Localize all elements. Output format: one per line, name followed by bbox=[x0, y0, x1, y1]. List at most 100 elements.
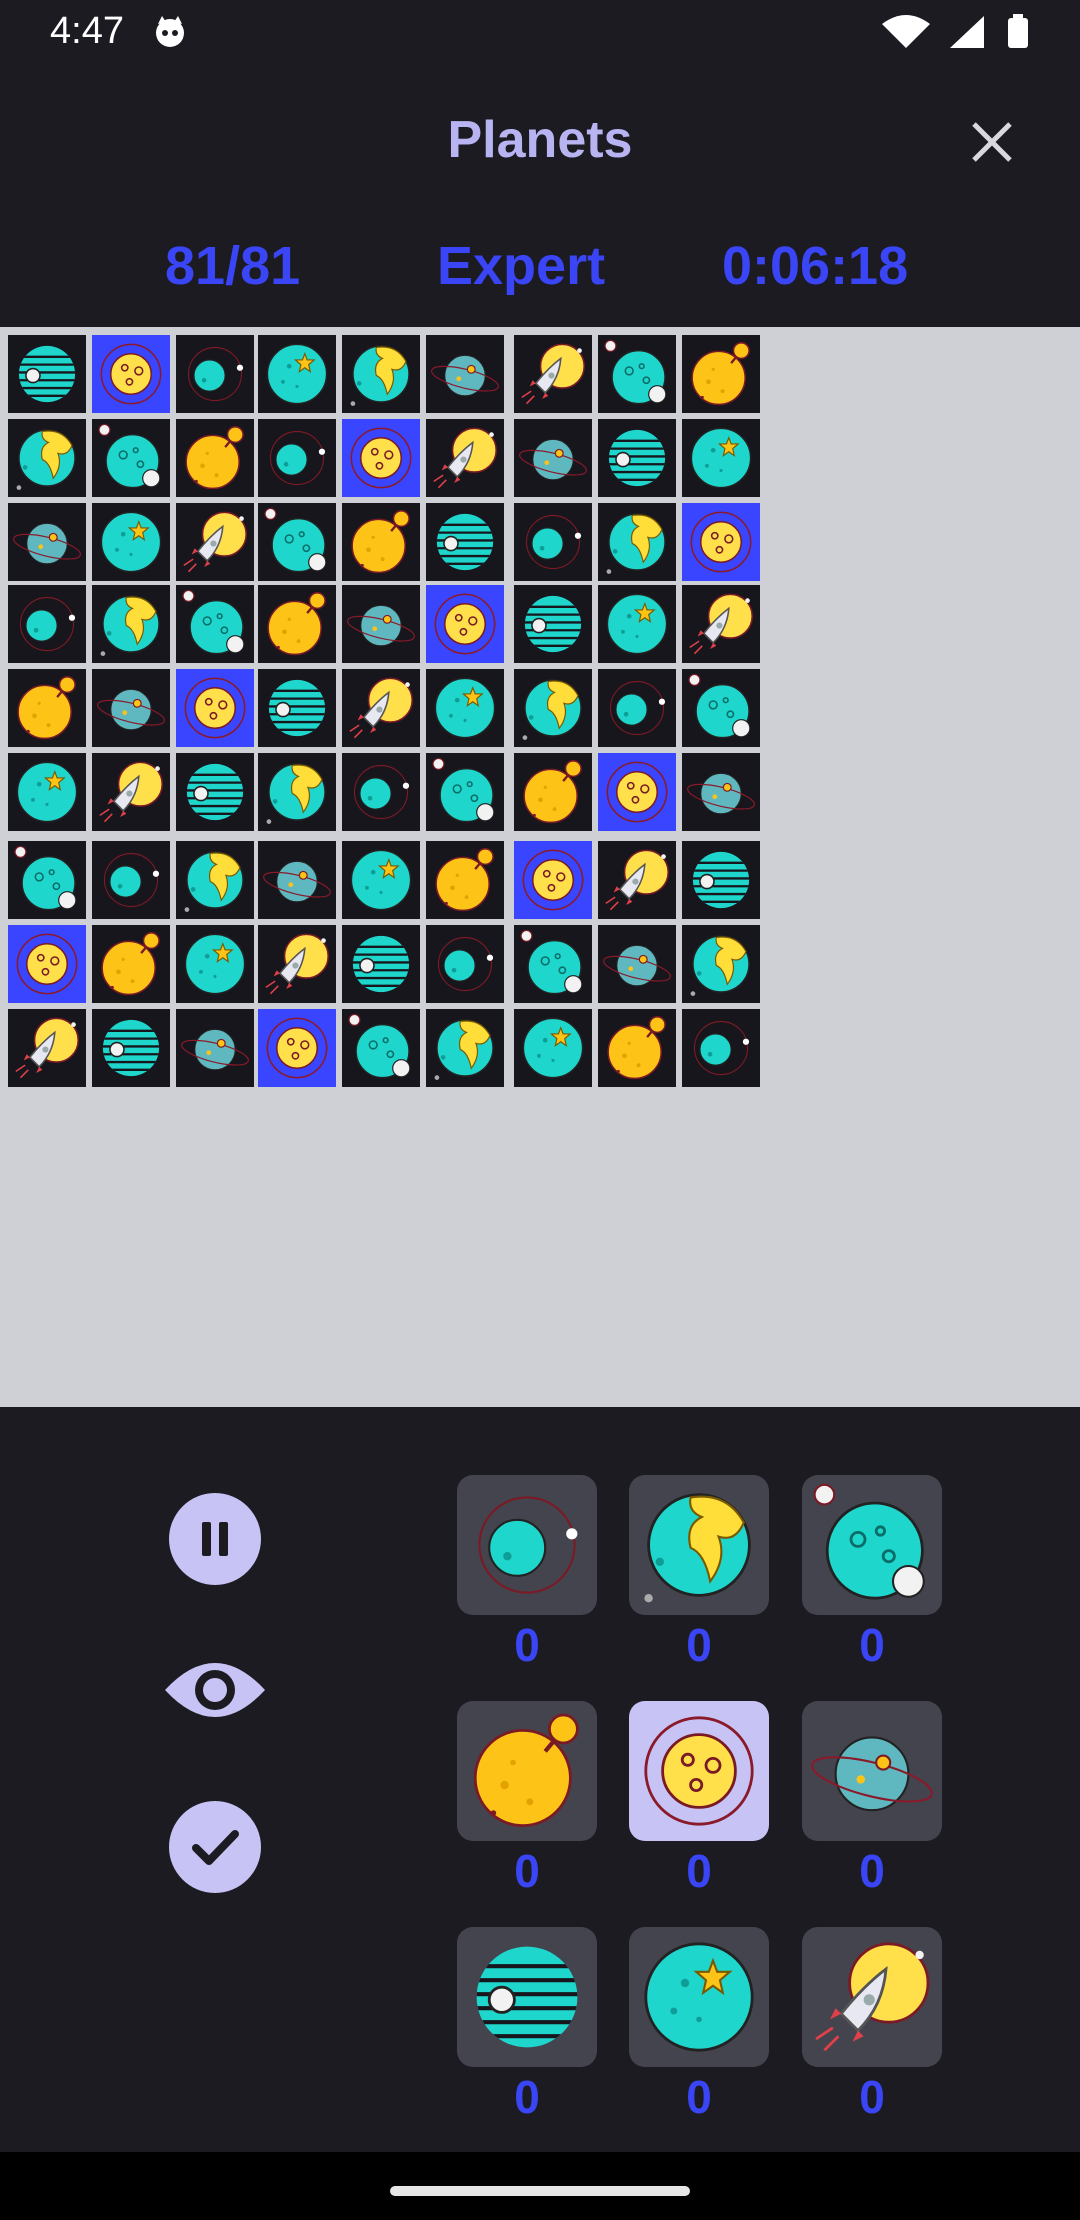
board-cell[interactable] bbox=[514, 1009, 592, 1087]
home-handle[interactable] bbox=[390, 2186, 690, 2196]
signal-icon bbox=[950, 16, 984, 48]
board-cell[interactable] bbox=[92, 585, 170, 663]
board-cell[interactable] bbox=[342, 419, 420, 497]
palette-piece-crater[interactable] bbox=[802, 1475, 942, 1615]
board-cell[interactable] bbox=[342, 335, 420, 413]
board-cell[interactable] bbox=[92, 335, 170, 413]
board-cell[interactable] bbox=[176, 503, 254, 581]
board-cell[interactable] bbox=[176, 585, 254, 663]
board-cell[interactable] bbox=[258, 841, 336, 919]
close-icon[interactable] bbox=[960, 110, 1024, 174]
board-cell[interactable] bbox=[514, 335, 592, 413]
board-cell[interactable] bbox=[598, 419, 676, 497]
earth-planet-icon bbox=[350, 345, 410, 406]
board-cell[interactable] bbox=[682, 335, 760, 413]
board-cell[interactable] bbox=[598, 753, 676, 831]
board-cell[interactable] bbox=[426, 419, 504, 497]
board-cell[interactable] bbox=[8, 925, 86, 1003]
pause-button[interactable] bbox=[169, 1493, 261, 1585]
board-cell[interactable] bbox=[426, 585, 504, 663]
board-cell[interactable] bbox=[92, 753, 170, 831]
board-cell[interactable] bbox=[92, 841, 170, 919]
board-cell[interactable] bbox=[258, 585, 336, 663]
reveal-button[interactable] bbox=[163, 1652, 267, 1728]
board-cell[interactable] bbox=[258, 669, 336, 747]
board-cell[interactable] bbox=[514, 841, 592, 919]
board-cell[interactable] bbox=[598, 841, 676, 919]
board-cell[interactable] bbox=[92, 419, 170, 497]
board-cell[interactable] bbox=[426, 753, 504, 831]
board-cell[interactable] bbox=[8, 585, 86, 663]
board-cell[interactable] bbox=[682, 419, 760, 497]
board-cell[interactable] bbox=[682, 753, 760, 831]
palette-piece-saturn[interactable] bbox=[802, 1701, 942, 1841]
palette-piece-moon[interactable] bbox=[629, 1701, 769, 1841]
board-cell[interactable] bbox=[514, 925, 592, 1003]
board-cell[interactable] bbox=[176, 841, 254, 919]
board-cell[interactable] bbox=[598, 335, 676, 413]
board-cell[interactable] bbox=[426, 503, 504, 581]
board-cell[interactable] bbox=[176, 669, 254, 747]
board-cell[interactable] bbox=[514, 503, 592, 581]
sun-planet-icon bbox=[435, 848, 494, 912]
board-cell[interactable] bbox=[258, 503, 336, 581]
board-cell[interactable] bbox=[342, 585, 420, 663]
board-cell[interactable] bbox=[8, 503, 86, 581]
board-cell[interactable] bbox=[514, 585, 592, 663]
board-cell[interactable] bbox=[342, 503, 420, 581]
board-cell[interactable] bbox=[342, 925, 420, 1003]
palette-piece-sun[interactable] bbox=[457, 1701, 597, 1841]
check-button[interactable] bbox=[169, 1801, 261, 1893]
board-cell[interactable] bbox=[176, 753, 254, 831]
board-cell[interactable] bbox=[8, 841, 86, 919]
board-cell[interactable] bbox=[514, 669, 592, 747]
board-cell[interactable] bbox=[92, 925, 170, 1003]
board-cell[interactable] bbox=[598, 503, 676, 581]
board-cell[interactable] bbox=[426, 1009, 504, 1087]
board-cell[interactable] bbox=[8, 753, 86, 831]
board-cell[interactable] bbox=[8, 335, 86, 413]
board-cell[interactable] bbox=[598, 925, 676, 1003]
board-cell[interactable] bbox=[426, 335, 504, 413]
board-cell[interactable] bbox=[92, 669, 170, 747]
earth-planet-icon bbox=[644, 1493, 751, 1603]
board-cell[interactable] bbox=[342, 841, 420, 919]
board-cell[interactable] bbox=[176, 335, 254, 413]
board-cell[interactable] bbox=[8, 669, 86, 747]
board-cell[interactable] bbox=[342, 1009, 420, 1087]
board-cell[interactable] bbox=[258, 419, 336, 497]
board-cell[interactable] bbox=[92, 1009, 170, 1087]
palette-piece-striped[interactable] bbox=[457, 1927, 597, 2067]
palette-piece-earth[interactable] bbox=[629, 1475, 769, 1615]
palette-piece-ringed[interactable] bbox=[457, 1475, 597, 1615]
board-cell[interactable] bbox=[426, 669, 504, 747]
board-cell[interactable] bbox=[176, 925, 254, 1003]
board-cell[interactable] bbox=[342, 669, 420, 747]
board-cell[interactable] bbox=[682, 669, 760, 747]
palette-piece-rocket[interactable] bbox=[802, 1927, 942, 2067]
board-cell[interactable] bbox=[598, 1009, 676, 1087]
board-cell[interactable] bbox=[682, 1009, 760, 1087]
board-cell[interactable] bbox=[258, 753, 336, 831]
board-cell[interactable] bbox=[8, 1009, 86, 1087]
board-cell[interactable] bbox=[258, 1009, 336, 1087]
palette-piece-star[interactable] bbox=[629, 1927, 769, 2067]
board-cell[interactable] bbox=[176, 1009, 254, 1087]
board-cell[interactable] bbox=[682, 503, 760, 581]
board-cell[interactable] bbox=[598, 585, 676, 663]
board-cell[interactable] bbox=[682, 585, 760, 663]
board-cell[interactable] bbox=[426, 841, 504, 919]
board-cell[interactable] bbox=[682, 841, 760, 919]
star-planet-icon bbox=[184, 933, 246, 995]
board-cell[interactable] bbox=[426, 925, 504, 1003]
board-cell[interactable] bbox=[258, 335, 336, 413]
board-cell[interactable] bbox=[514, 753, 592, 831]
board-cell[interactable] bbox=[682, 925, 760, 1003]
board-cell[interactable] bbox=[176, 419, 254, 497]
board-cell[interactable] bbox=[514, 419, 592, 497]
board-cell[interactable] bbox=[598, 669, 676, 747]
board-cell[interactable] bbox=[92, 503, 170, 581]
board-cell[interactable] bbox=[8, 419, 86, 497]
board-cell[interactable] bbox=[342, 753, 420, 831]
board-cell[interactable] bbox=[258, 925, 336, 1003]
